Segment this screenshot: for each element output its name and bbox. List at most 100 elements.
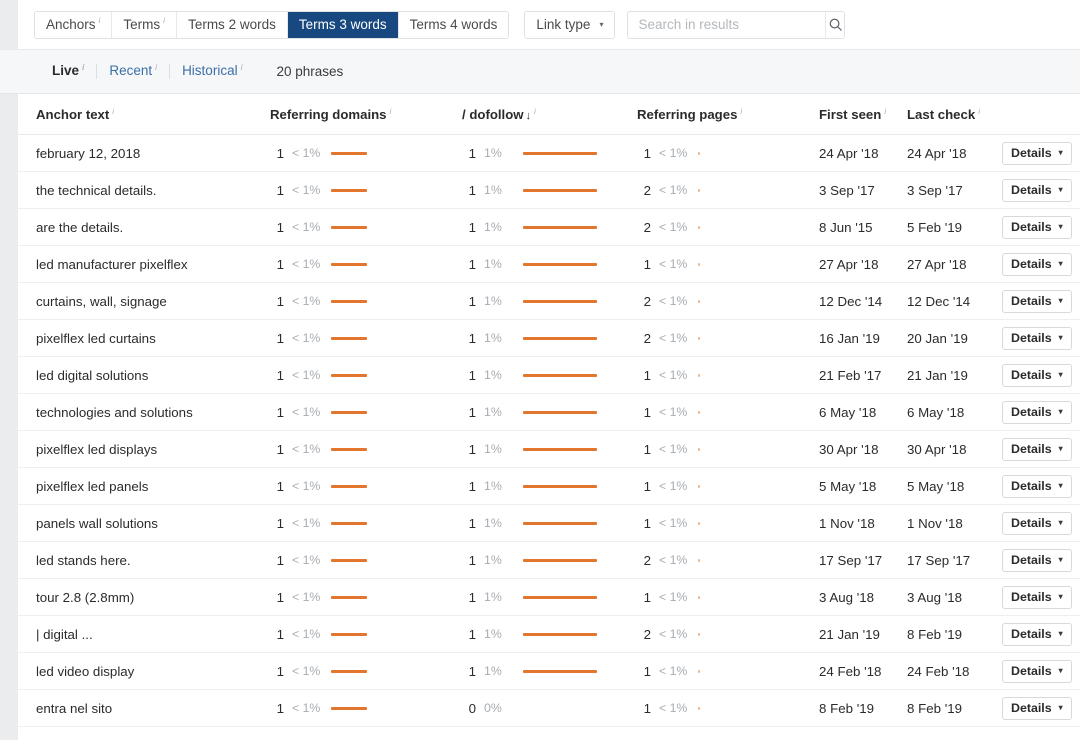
dofollow-bar	[523, 670, 597, 673]
details-button[interactable]: Details▾	[1002, 142, 1072, 165]
table-row[interactable]: led digital solutions1< 1%11%1< 1%21 Feb…	[18, 357, 1080, 394]
info-icon[interactable]: i	[740, 106, 742, 116]
cell-first-seen: 3 Sep '17	[819, 172, 907, 209]
segment-terms[interactable]: Termsi	[112, 12, 177, 38]
details-button[interactable]: Details▾	[1002, 290, 1072, 313]
info-icon[interactable]: i	[82, 62, 84, 72]
table-row[interactable]: pixelflex led displays1< 1%11%1< 1%30 Ap…	[18, 431, 1080, 468]
referring-pages-metric: 2< 1%	[637, 627, 819, 642]
referring-pages-count: 1	[637, 146, 651, 161]
anchor-text-value: led digital solutions	[36, 368, 148, 383]
col-header-anchor-text[interactable]: Anchor texti	[18, 94, 270, 135]
col-header-dofollow[interactable]: / dofollow↓i	[462, 94, 637, 135]
col-header-last-check[interactable]: Last checki	[907, 94, 1002, 135]
details-button[interactable]: Details▾	[1002, 179, 1072, 202]
col-header-referring-domains[interactable]: Referring domainsi	[270, 94, 462, 135]
details-button[interactable]: Details▾	[1002, 401, 1072, 424]
table-row[interactable]: technologies and solutions1< 1%11%1< 1%6…	[18, 394, 1080, 431]
info-icon[interactable]: i	[884, 106, 886, 116]
referring-domains-percent: < 1%	[292, 146, 326, 160]
dofollow-count: 1	[462, 257, 476, 272]
anchors-table: Anchor texti Referring domainsi / dofoll…	[18, 94, 1080, 727]
dofollow-bar	[523, 337, 597, 340]
details-button[interactable]: Details▾	[1002, 253, 1072, 276]
info-icon[interactable]: i	[112, 106, 114, 116]
dofollow-percent: 1%	[484, 146, 518, 160]
table-row[interactable]: pixelflex led curtains1< 1%11%2< 1%16 Ja…	[18, 320, 1080, 357]
table-row[interactable]: led stands here.1< 1%11%2< 1%17 Sep '171…	[18, 542, 1080, 579]
details-button[interactable]: Details▾	[1002, 475, 1072, 498]
cell-referring-pages: 2< 1%	[637, 542, 819, 579]
details-button[interactable]: Details▾	[1002, 586, 1072, 609]
cell-first-seen: 27 Apr '18	[819, 246, 907, 283]
details-button[interactable]: Details▾	[1002, 660, 1072, 683]
info-icon[interactable]: i	[155, 62, 157, 72]
dofollow-bar	[523, 596, 597, 599]
table-row[interactable]: panels wall solutions1< 1%11%1< 1%1 Nov …	[18, 505, 1080, 542]
cell-last-check: 27 Apr '18	[907, 246, 1002, 283]
cell-last-check: 5 May '18	[907, 468, 1002, 505]
details-button[interactable]: Details▾	[1002, 512, 1072, 535]
referring-domains-metric: 1< 1%	[270, 442, 462, 457]
table-row[interactable]: curtains, wall, signage1< 1%11%2< 1%12 D…	[18, 283, 1080, 320]
referring-domains-bar	[331, 448, 367, 451]
details-button[interactable]: Details▾	[1002, 549, 1072, 572]
anchor-text-value: the technical details.	[36, 183, 156, 198]
segment-terms-3-words[interactable]: Terms 3 words	[288, 12, 399, 38]
dofollow-bar	[523, 633, 597, 636]
cell-referring-pages: 1< 1%	[637, 246, 819, 283]
referring-pages-metric: 1< 1%	[637, 257, 819, 272]
segment-anchors[interactable]: Anchorsi	[35, 12, 112, 38]
dofollow-bar	[523, 226, 597, 229]
details-button-label: Details	[1011, 479, 1052, 493]
col-header-first-seen[interactable]: First seeni	[819, 94, 907, 135]
table-row[interactable]: tour 2.8 (2.8mm)1< 1%11%1< 1%3 Aug '183 …	[18, 579, 1080, 616]
column-label: Anchor text	[36, 107, 109, 122]
cell-referring-pages: 1< 1%	[637, 690, 819, 727]
search-button[interactable]	[825, 12, 844, 38]
table-row[interactable]: are the details.1< 1%11%2< 1%8 Jun '155 …	[18, 209, 1080, 246]
tab-historical[interactable]: Historicali	[170, 64, 254, 79]
dofollow-percent: 1%	[484, 257, 518, 271]
table-row[interactable]: led manufacturer pixelflex1< 1%11%1< 1%2…	[18, 246, 1080, 283]
info-icon[interactable]: i	[163, 15, 165, 25]
chevron-down-icon: ▾	[1059, 593, 1063, 601]
tab-recent[interactable]: Recenti	[97, 64, 170, 79]
search-in-results[interactable]	[627, 11, 845, 39]
table-row[interactable]: pixelflex led panels1< 1%11%1< 1%5 May '…	[18, 468, 1080, 505]
segment-terms-2-words[interactable]: Terms 2 words	[177, 12, 288, 38]
details-button[interactable]: Details▾	[1002, 438, 1072, 461]
details-button[interactable]: Details▾	[1002, 623, 1072, 646]
cell-referring-pages: 2< 1%	[637, 616, 819, 653]
table-row[interactable]: led video display1< 1%11%1< 1%24 Feb '18…	[18, 653, 1080, 690]
segment-terms-4-words[interactable]: Terms 4 words	[399, 12, 509, 38]
table-row[interactable]: february 12, 20181< 1%11%1< 1%24 Apr '18…	[18, 135, 1080, 172]
table-head: Anchor texti Referring domainsi / dofoll…	[18, 94, 1080, 135]
search-input[interactable]	[628, 12, 825, 38]
referring-domains-bar	[331, 152, 367, 155]
details-button[interactable]: Details▾	[1002, 697, 1072, 720]
table-row[interactable]: the technical details.1< 1%11%2< 1%3 Sep…	[18, 172, 1080, 209]
info-icon[interactable]: i	[978, 106, 980, 116]
dofollow-count: 1	[462, 220, 476, 235]
referring-pages-bar	[698, 559, 700, 562]
cell-referring-domains: 1< 1%	[270, 690, 462, 727]
table-row[interactable]: | digital ...1< 1%11%2< 1%21 Jan '198 Fe…	[18, 616, 1080, 653]
dofollow-metric: 1 1%	[462, 257, 637, 272]
cell-referring-pages: 2< 1%	[637, 209, 819, 246]
tab-live[interactable]: Livei	[52, 64, 97, 79]
cell-dofollow: 00%	[462, 690, 637, 727]
details-button[interactable]: Details▾	[1002, 364, 1072, 387]
info-icon[interactable]: i	[534, 106, 536, 116]
link-type-dropdown[interactable]: Link type ▾	[524, 11, 615, 39]
info-icon[interactable]: i	[99, 15, 101, 25]
chevron-down-icon: ▾	[1059, 260, 1063, 268]
table-row[interactable]: entra nel sito1< 1%00%1< 1%8 Feb '198 Fe…	[18, 690, 1080, 727]
info-icon[interactable]: i	[390, 106, 392, 116]
info-icon[interactable]: i	[241, 62, 243, 72]
details-button[interactable]: Details▾	[1002, 216, 1072, 239]
details-button-label: Details	[1011, 553, 1052, 567]
details-button[interactable]: Details▾	[1002, 327, 1072, 350]
col-header-referring-pages[interactable]: Referring pagesi	[637, 94, 819, 135]
referring-domains-count: 1	[270, 183, 284, 198]
